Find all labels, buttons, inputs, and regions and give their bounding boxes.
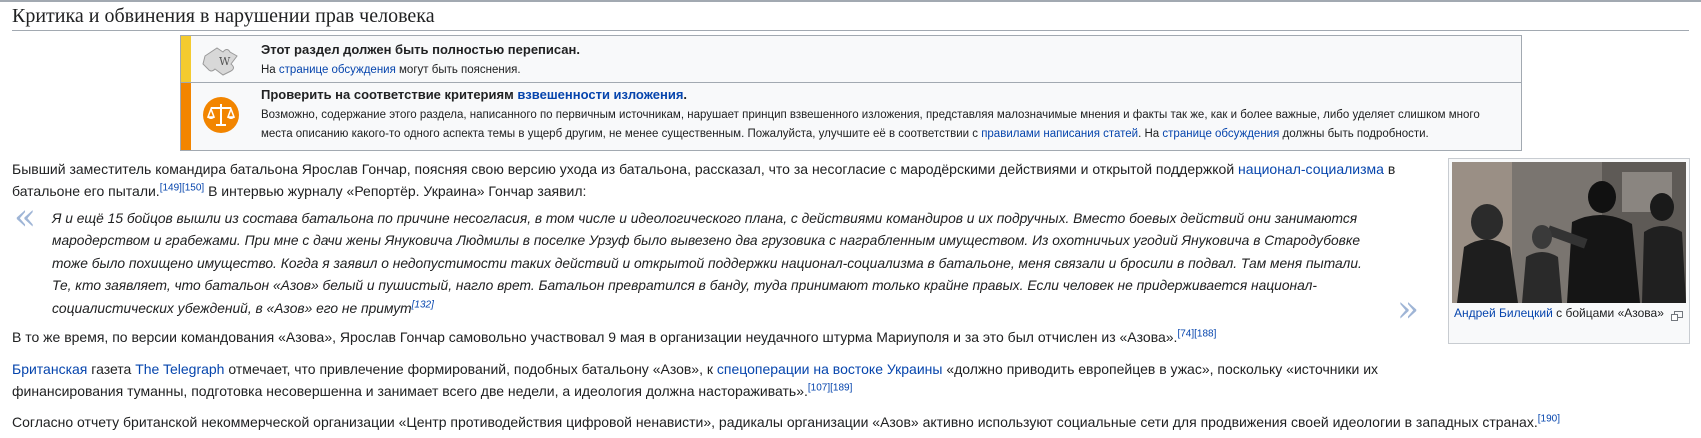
section-heading: Критика и обвинения в нарушении прав чел…	[12, 2, 1689, 31]
special-operation-link[interactable]: спецоперации на востоке Украины	[717, 361, 943, 377]
paragraph-3: Британская газета The Telegraph отмечает…	[12, 358, 1432, 402]
british-link[interactable]: Британская	[12, 361, 87, 377]
ref-74-188[interactable]: [74][188]	[1177, 328, 1216, 339]
thumbnail: Андрей Билецкий с бойцами «Азова»	[1448, 158, 1690, 344]
thumbnail-image[interactable]	[1452, 162, 1686, 303]
puzzle-icon: W	[201, 42, 243, 83]
caption-text: с бойцами «Азова»	[1552, 306, 1664, 320]
neutrality-link[interactable]: взвешенности изложения	[517, 87, 683, 102]
svg-text:W: W	[219, 55, 231, 68]
talk-page-link[interactable]: странице обсуждения	[279, 64, 396, 76]
quote-close-mark: »	[1397, 289, 1420, 330]
p1-text: Бывший заместитель командира батальона Я…	[12, 161, 1239, 177]
writing-rules-link[interactable]: правилами написания статей	[981, 128, 1138, 140]
rewrite-text-end: могут быть пояснения.	[395, 64, 521, 76]
p3-text-mid: отмечает, что привлечение формирований, …	[224, 361, 717, 377]
pov-body-mid: . На	[1138, 128, 1163, 140]
paragraph-1: Бывший заместитель командира батальона Я…	[12, 158, 1437, 202]
pov-notice: Проверить на соответствие критериям взве…	[180, 82, 1522, 151]
ref-149-150[interactable]: [149][150]	[160, 182, 204, 193]
national-socialism-link[interactable]: национал-социализма	[1238, 161, 1384, 177]
rewrite-text: На	[261, 64, 279, 76]
ref-190[interactable]: [190]	[1538, 413, 1560, 424]
ref-107-189[interactable]: [107][189]	[808, 382, 852, 393]
blockquote: Я и ещё 15 бойцов вышли из состава батал…	[52, 208, 1382, 320]
paragraph-4: Согласно отчету британской некоммерческо…	[12, 411, 1672, 433]
notice-bar	[181, 36, 191, 82]
scales-icon	[201, 95, 241, 140]
paragraph-2: В то же время, по версии командования «А…	[12, 326, 1432, 348]
p4-text: Согласно отчету британской некоммерческо…	[12, 414, 1538, 430]
quote-text: Я и ещё 15 бойцов вышли из состава батал…	[52, 211, 1362, 316]
p1-text-end: В интервью журналу «Репортёр. Украина» Г…	[204, 183, 587, 199]
pov-body-end: должны быть подробности.	[1279, 128, 1429, 140]
p2-text: В то же время, по версии командования «А…	[12, 329, 1178, 345]
rewrite-title: Этот раздел должен быть полностью перепи…	[261, 42, 580, 57]
telegraph-link[interactable]: The Telegraph	[135, 361, 224, 377]
notice-bar	[181, 83, 191, 150]
rewrite-notice: W Этот раздел должен быть полностью пере…	[180, 35, 1522, 82]
ref-132[interactable]: [132]	[412, 299, 434, 310]
talk-page-link[interactable]: странице обсуждения	[1162, 128, 1279, 140]
magnify-icon[interactable]	[1671, 308, 1683, 321]
biletsky-link[interactable]: Андрей Билецкий	[1454, 306, 1553, 320]
quote-open-mark: «	[14, 197, 37, 238]
pov-title: Проверить на соответствие критериям	[261, 87, 518, 102]
pov-title-end: .	[683, 87, 688, 102]
p3-text: газета	[87, 361, 136, 377]
thumbnail-caption: Андрей Билецкий с бойцами «Азова»	[1454, 304, 1664, 322]
